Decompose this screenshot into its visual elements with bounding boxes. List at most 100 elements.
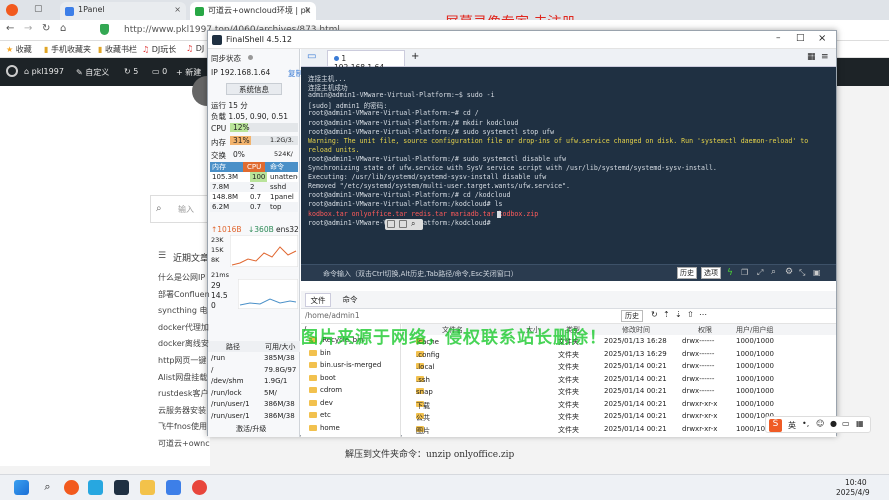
tray-time[interactable]: 10:40 — [845, 478, 867, 487]
terminal[interactable]: 连接主机... 连接主机成功 admin@admin1-VMware-Virtual… — [301, 67, 836, 281]
search-icon[interactable]: ⌕ — [40, 480, 55, 495]
net-interface[interactable]: ens32 — [276, 225, 299, 234]
explorer-icon[interactable] — [140, 480, 155, 495]
session-tab[interactable]: 1 192.168.1.64 — [327, 50, 405, 72]
wordpress-icon[interactable] — [6, 65, 18, 77]
copy-icon[interactable]: ❐ — [741, 268, 748, 277]
recent-post-link[interactable]: docker离线安 — [158, 338, 210, 349]
process-row[interactable]: 6.2M 0.7 top — [210, 202, 298, 212]
recent-post-link[interactable]: 云服务器安装 — [158, 405, 210, 416]
paste-icon[interactable] — [399, 220, 407, 228]
punct-icon[interactable]: •, — [802, 419, 809, 428]
close-icon[interactable]: × — [174, 5, 181, 14]
recent-post-link[interactable]: Alist网盘挂载 — [158, 372, 210, 383]
emoji-icon[interactable]: ☺ — [816, 419, 824, 428]
ime-mode[interactable]: 英 — [788, 420, 796, 431]
minimize-icon[interactable]: – — [776, 33, 781, 43]
path-input[interactable]: /home/admin1 — [305, 311, 605, 320]
keyboard-icon[interactable]: ▭ — [842, 419, 850, 428]
bookmark-dj2[interactable]: ♫ DJ — [186, 44, 204, 53]
maximize-icon[interactable]: □ — [796, 33, 805, 43]
col-path[interactable]: 路径 — [226, 342, 240, 352]
upgrade-button[interactable]: 激活/升级 — [236, 424, 266, 434]
recent-post-link[interactable]: rustdesk客户 — [158, 388, 210, 399]
process-row[interactable]: 148.8M 0.7 1panel — [210, 192, 298, 202]
grid-view-icon[interactable]: ▦ — [807, 52, 816, 62]
recent-post-link[interactable]: docker代理加 — [158, 322, 210, 333]
list-view-icon[interactable]: ≡ — [821, 52, 829, 62]
recent-post-link[interactable]: 飞牛fnos使用 — [158, 421, 210, 432]
disk-row[interactable]: /run 385M/38 — [208, 353, 300, 364]
tab-kodcloud[interactable]: 可道云+owncloud环境 | pk × — [190, 2, 316, 20]
finalshell-taskbar-icon[interactable] — [114, 480, 129, 495]
close-panel-icon[interactable]: ▣ — [813, 268, 821, 277]
history-button[interactable]: 历史 — [677, 267, 697, 279]
command-input[interactable]: 命令输入（双击Ctrl切换,Alt历史,Tab路径/命令,Esc关闭窗口） — [323, 269, 518, 279]
back-icon[interactable]: ← — [6, 23, 14, 34]
disk-row[interactable]: /run/user/1 386M/38 — [208, 411, 300, 422]
bookmark-dj[interactable]: ♫ DJ玩长 — [142, 44, 176, 55]
tab-list-icon[interactable]: ▢ — [34, 4, 43, 14]
recent-post-link[interactable]: 可道云+owncloud环境 — [158, 438, 210, 449]
col-mem[interactable]: 内存 — [212, 162, 226, 172]
add-session-icon[interactable]: + — [411, 51, 419, 62]
disk-row[interactable]: /run/user/1 386M/38 — [208, 399, 300, 410]
browser-logo-icon[interactable] — [6, 4, 18, 16]
folder-up-icon[interactable]: ⇡ — [663, 310, 670, 319]
bookmark-favorites[interactable]: ★ 收藏 — [6, 44, 32, 55]
options-button[interactable]: 选项 — [701, 267, 721, 279]
browser-taskbar-icon[interactable] — [64, 480, 79, 495]
bookmark-mobile[interactable]: ▮ 手机收藏夹 — [44, 44, 91, 55]
fullscreen-icon[interactable]: ⤢ — [757, 268, 763, 278]
wp-updates-link[interactable]: ↻ 5 — [124, 67, 138, 76]
col-mtime[interactable]: 修改时间 — [622, 325, 650, 335]
col-size[interactable]: 可用/大小 — [265, 342, 295, 352]
close-icon[interactable]: × — [304, 5, 311, 14]
windows-start-icon[interactable] — [14, 480, 29, 495]
expand-icon[interactable]: ⤡ — [799, 268, 805, 278]
wp-customize-link[interactable]: ✎ 自定义 — [76, 67, 109, 78]
col-cpu[interactable]: CPU — [243, 162, 266, 172]
settings-icon[interactable]: ⚙ — [785, 267, 793, 277]
file-row[interactable]: snap 文件夹 2025/01/14 00:21 drwx------ 1000/10… — [402, 386, 836, 397]
tab-1panel[interactable]: 1Panel × — [60, 2, 186, 20]
disk-row[interactable]: /dev/shm 1.9G/1 — [208, 376, 300, 387]
wp-site-link[interactable]: ⌂ pkl1997 — [24, 67, 64, 76]
dir-item[interactable]: etc — [309, 411, 331, 419]
file-row[interactable]: .config 文件夹 2025/01/13 16:29 drwx------ 1000… — [402, 349, 836, 360]
copy-icon[interactable] — [387, 220, 395, 228]
disk-row[interactable]: /run/lock 5M/ — [208, 388, 300, 399]
app-icon-6[interactable] — [166, 480, 181, 495]
recent-post-link[interactable]: 部署Confluen — [158, 289, 210, 300]
file-row[interactable]: .ssh 文件夹 2025/01/14 00:21 drwx------ 1000/10… — [402, 374, 836, 385]
app-icon-7[interactable] — [192, 480, 207, 495]
recent-post-link[interactable]: 什么是公网IP — [158, 272, 210, 283]
command-input-bar[interactable]: 命令输入（双击Ctrl切换,Alt历史,Tab路径/命令,Esc关闭窗口） 历史… — [301, 264, 836, 281]
file-row[interactable]: 下载 文件夹 2025/01/14 00:21 drwxr-xr-x 1000/1000 — [402, 399, 836, 410]
folder-open-icon[interactable]: ▭ — [307, 51, 316, 62]
col-owner[interactable]: 用户/用户组 — [736, 325, 773, 335]
process-row[interactable]: 105.3M 100unattenc — [210, 172, 298, 182]
skin-icon[interactable]: ▦ — [856, 419, 864, 428]
system-info-button[interactable]: 系统信息 — [226, 83, 282, 95]
tab-files[interactable]: 文件 — [305, 293, 331, 307]
flash-icon[interactable]: ϟ — [727, 268, 733, 278]
dir-item[interactable]: dev — [309, 399, 333, 407]
search-icon[interactable]: ⌕ — [411, 219, 415, 229]
search-icon[interactable]: ⌕ — [771, 267, 776, 277]
recent-post-link[interactable]: syncthing 电 — [158, 305, 210, 316]
sogou-logo-icon[interactable]: S — [769, 419, 782, 432]
wp-comments-link[interactable]: ▭ 0 — [152, 67, 167, 76]
refresh-icon[interactable]: ↻ — [42, 23, 50, 34]
refresh-icon[interactable]: ↻ — [651, 310, 658, 319]
upload-icon[interactable]: ⇧ — [687, 310, 694, 319]
search-input[interactable]: ⌕ 输入 — [150, 195, 212, 223]
home-icon[interactable]: ⌂ — [60, 23, 66, 34]
file-row[interactable]: .local 文件夹 2025/01/14 00:21 drwx------ 1000/… — [402, 361, 836, 372]
dir-item[interactable]: bin.usr-is-merged — [309, 361, 381, 369]
forward-icon[interactable]: → — [24, 23, 32, 34]
process-row[interactable]: 7.8M 2 sshd — [210, 182, 298, 192]
bookmark-bar[interactable]: ▮ 收藏书栏 — [98, 44, 137, 55]
dir-item[interactable]: boot — [309, 374, 336, 382]
col-cmd[interactable]: 命令 — [270, 162, 284, 172]
